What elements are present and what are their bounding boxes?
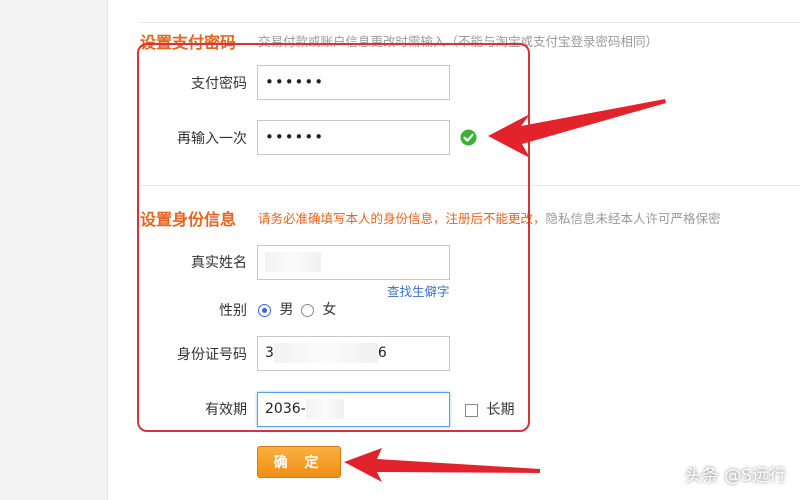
annotation-arrows xyxy=(344,99,666,482)
annotation-arrow-confirm-button xyxy=(344,448,540,482)
annotation-arrow-confirm-password xyxy=(488,99,666,158)
watermark: 头条 @S远行 xyxy=(684,466,786,486)
